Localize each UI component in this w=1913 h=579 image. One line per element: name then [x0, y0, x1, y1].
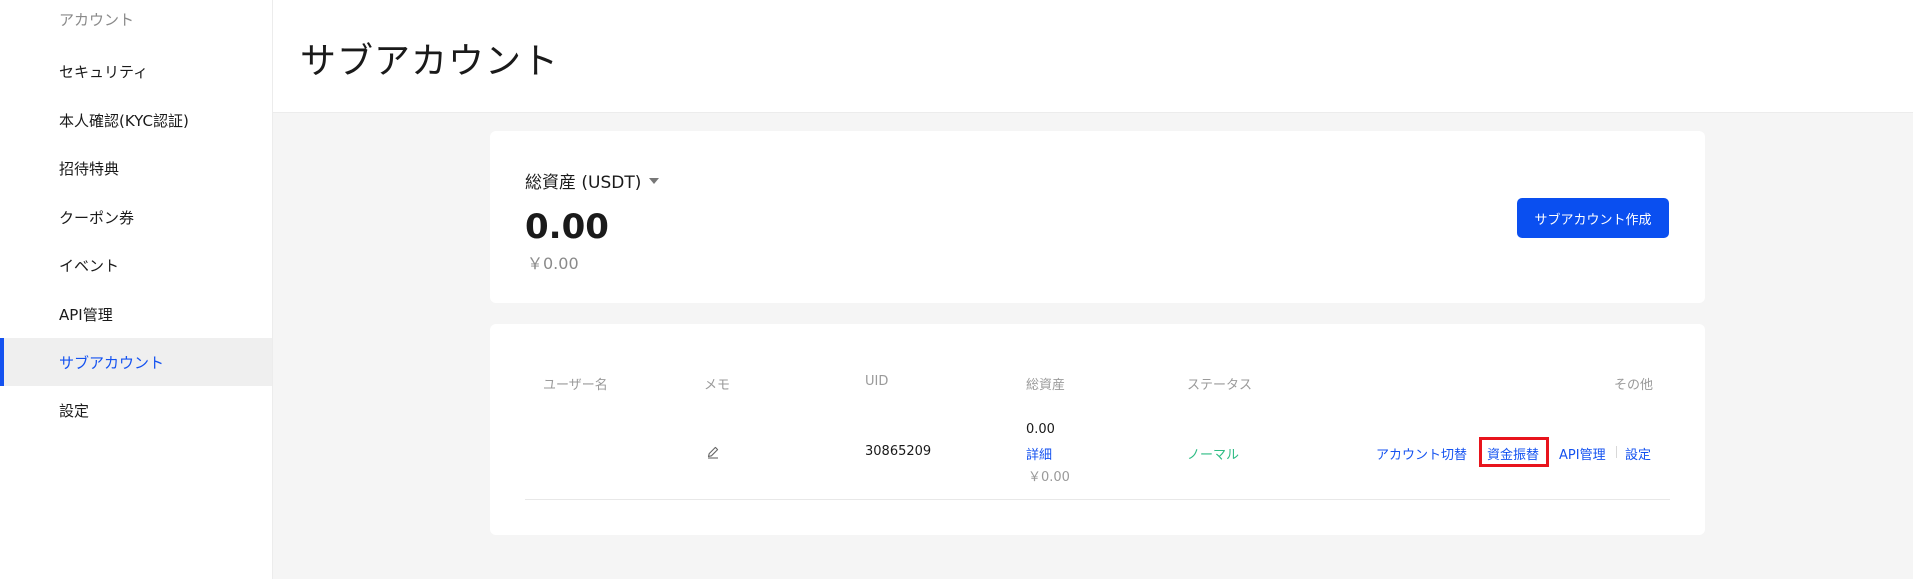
currency-selector[interactable]: 総資産 (USDT): [525, 168, 660, 193]
sidebar-item-security[interactable]: セキュリティ: [0, 47, 272, 95]
assets-value-cell: 0.00: [1026, 422, 1055, 437]
sidebar-item-label: API管理: [59, 305, 113, 324]
assets-detail-link[interactable]: 詳細: [1026, 444, 1052, 463]
create-subaccount-button[interactable]: サブアカウント作成: [1517, 198, 1669, 238]
switch-account-link[interactable]: アカウント切替: [1376, 444, 1467, 463]
sidebar-item-events[interactable]: イベント: [0, 241, 272, 289]
status-badge: ノーマル: [1187, 448, 1240, 463]
sidebar-item-coupons[interactable]: クーポン券: [0, 193, 272, 241]
subaccount-table: ユーザー名 メモ UID 総資産 ステータス その他 30865209 0.00…: [490, 324, 1705, 535]
sidebar-item-settings[interactable]: 設定: [0, 386, 272, 434]
sidebar-item-subaccount[interactable]: サブアカウント: [0, 338, 272, 386]
total-assets-label: 総資産 (USDT): [525, 173, 642, 193]
sidebar-item-label: サブアカウント: [59, 353, 165, 372]
column-header-status: ステータス: [1187, 378, 1253, 393]
sidebar-item-label: 設定: [59, 401, 90, 420]
column-header-others: その他: [1613, 378, 1653, 393]
sidebar-item-label: 本人確認(KYC認証): [59, 111, 189, 130]
caret-down-icon: [649, 177, 660, 184]
sidebar-item-label: アカウント: [59, 10, 135, 29]
divider: [1616, 446, 1617, 458]
column-header-memo: メモ: [704, 378, 731, 393]
sidebar-item-api[interactable]: API管理: [0, 290, 272, 338]
column-header-uid: UID: [865, 374, 889, 389]
total-assets-card: 総資産 (USDT) 0.00 ￥0.00 サブアカウント作成: [490, 131, 1705, 303]
total-assets-fiat: ￥0.00: [527, 254, 579, 273]
edit-memo-icon[interactable]: [706, 445, 720, 459]
sidebar-item-account[interactable]: アカウント: [0, 0, 272, 43]
api-management-link[interactable]: API管理: [1559, 444, 1606, 463]
fund-transfer-link[interactable]: 資金振替: [1487, 444, 1539, 463]
sidebar-item-kyc[interactable]: 本人確認(KYC認証): [0, 96, 272, 144]
row-divider: [525, 499, 1670, 500]
sidebar-item-label: 招待特典: [59, 159, 120, 178]
sidebar-item-referral[interactable]: 招待特典: [0, 144, 272, 192]
settings-link[interactable]: 設定: [1625, 444, 1651, 463]
column-header-username: ユーザー名: [543, 378, 608, 393]
sidebar: アカウント セキュリティ 本人確認(KYC認証) 招待特典 クーポン券 イベント…: [0, 0, 273, 579]
column-header-total-assets: 総資産: [1026, 378, 1066, 393]
sidebar-item-label: イベント: [59, 256, 120, 275]
sidebar-item-label: セキュリティ: [59, 62, 149, 81]
page-header: サブアカウント: [273, 0, 1913, 113]
uid-cell: 30865209: [865, 444, 932, 459]
sidebar-item-label: クーポン券: [59, 208, 135, 227]
page-title: サブアカウント: [300, 41, 560, 82]
assets-fiat-cell: ￥0.00: [1028, 470, 1070, 485]
total-assets-value: 0.00: [525, 207, 609, 247]
